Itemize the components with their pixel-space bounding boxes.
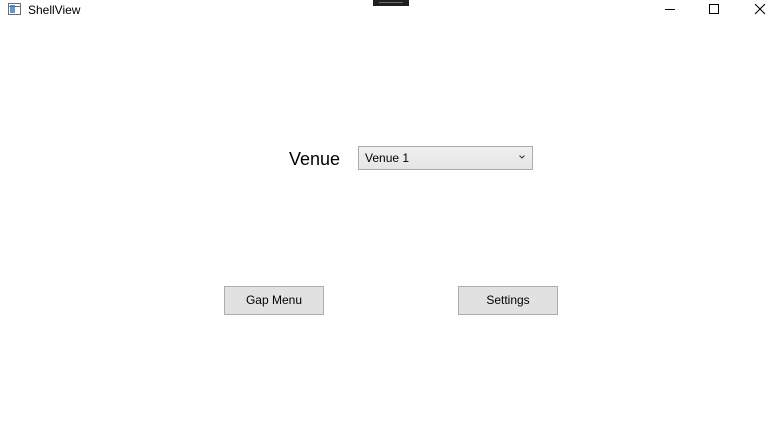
app-window-icon	[8, 3, 21, 15]
venue-label: Venue	[289, 149, 341, 169]
settings-button[interactable]: Settings	[458, 286, 558, 315]
close-button[interactable]	[738, 0, 782, 20]
app-window: ShellView Venue Venue 1 Gap Menu Setting…	[0, 0, 782, 432]
window-title: ShellView	[28, 3, 81, 17]
maximize-button[interactable]	[692, 0, 736, 20]
close-icon	[754, 3, 766, 15]
title-bar[interactable]: ShellView	[0, 0, 782, 20]
drag-grip-icon[interactable]	[373, 0, 409, 6]
minimize-icon	[665, 9, 675, 10]
maximize-icon	[709, 4, 719, 14]
minimize-button[interactable]	[648, 0, 692, 20]
gap-menu-button[interactable]: Gap Menu	[224, 286, 324, 315]
venue-selected-value: Venue 1	[365, 151, 410, 165]
chevron-down-icon	[519, 155, 525, 159]
venue-dropdown[interactable]: Venue 1	[358, 146, 533, 170]
